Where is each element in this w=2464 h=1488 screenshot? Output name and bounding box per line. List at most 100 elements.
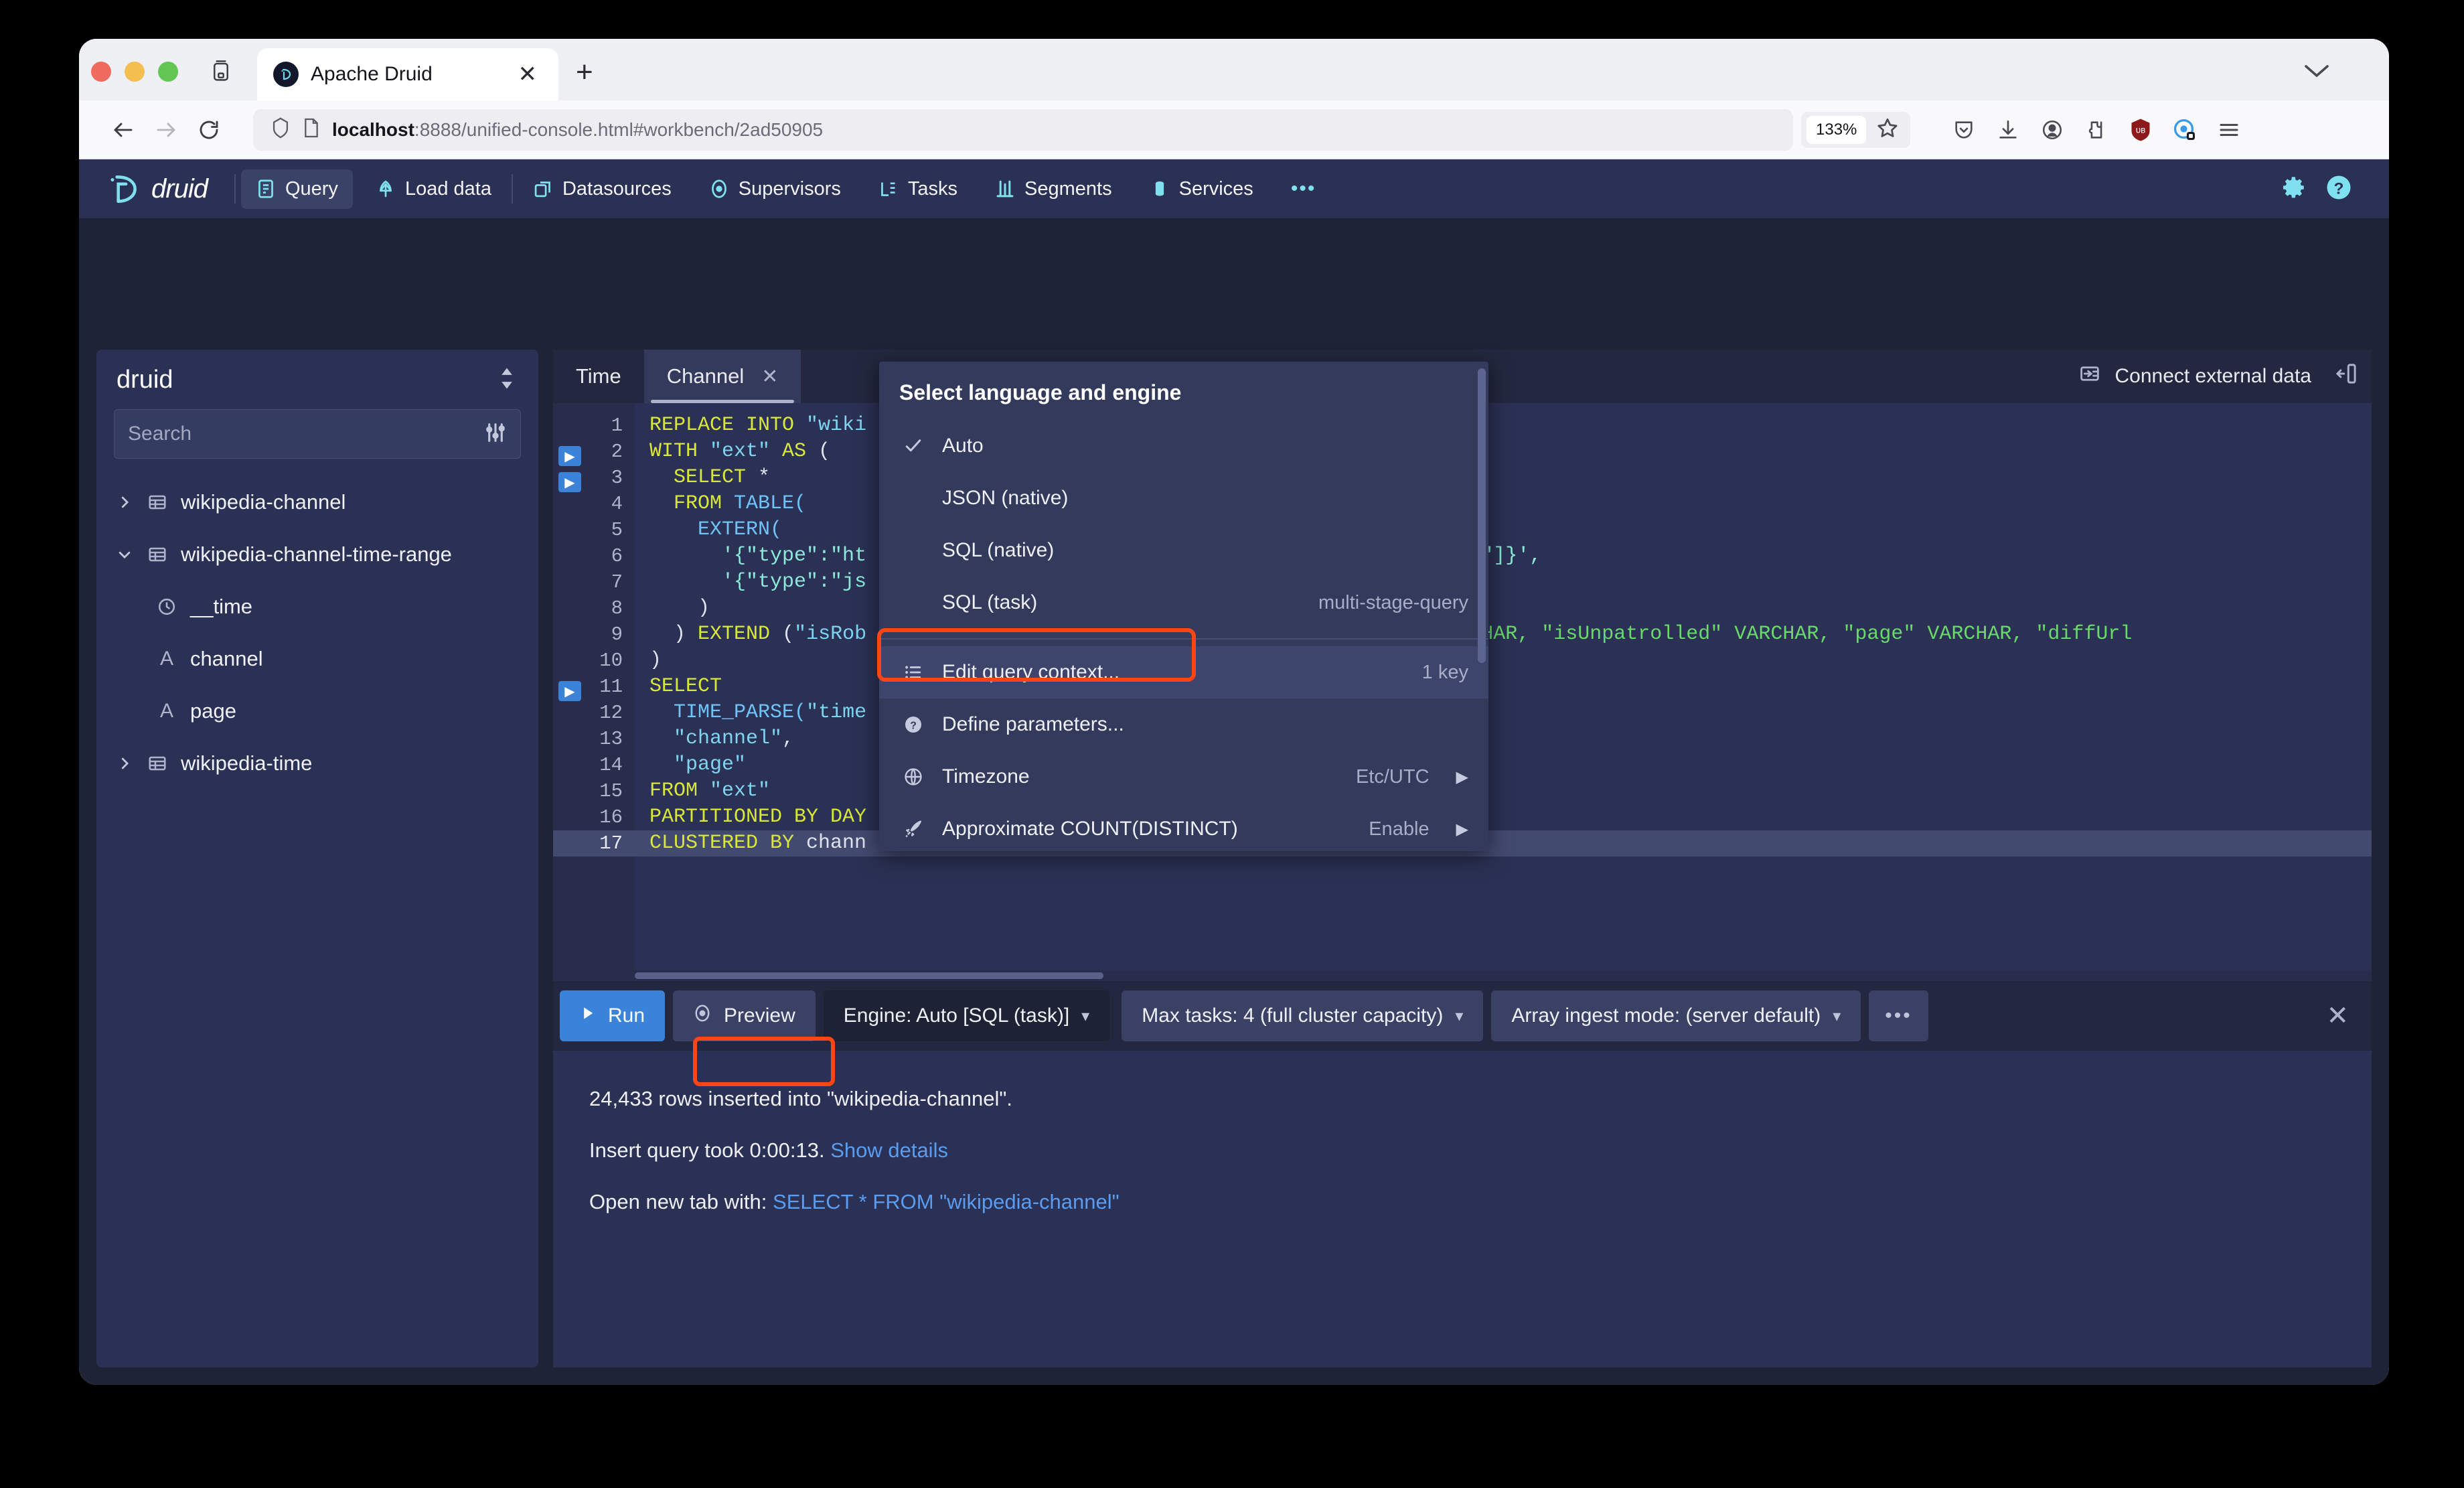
forward-arrow-icon[interactable] xyxy=(145,108,187,151)
reload-icon[interactable] xyxy=(187,108,230,151)
tree-item-wikipedia-channel-time-range[interactable]: wikipedia-channel-time-range xyxy=(96,528,538,581)
editor-gutter: ▶ ▶ ▶ 1 2 3 4 5 6 7 8 9 10 11 12 xyxy=(553,403,635,981)
clock-icon xyxy=(154,597,179,617)
chevron-down-icon: ▾ xyxy=(1081,1007,1089,1026)
menu-item-json-native[interactable]: JSON (native) xyxy=(879,472,1488,524)
line-number: 8 xyxy=(553,595,635,621)
tree-item-label: page xyxy=(190,699,236,723)
nav-item-segments[interactable]: Segments xyxy=(980,169,1127,209)
browser-toolbar-icons: ᴜʙ xyxy=(1944,110,2249,150)
supervisors-icon xyxy=(709,179,729,199)
nav-item-tasks[interactable]: Tasks xyxy=(864,169,972,209)
line-number: 16 xyxy=(553,804,635,830)
shield-icon[interactable] xyxy=(271,117,291,143)
back-arrow-icon[interactable] xyxy=(102,108,145,151)
sort-updown-icon[interactable] xyxy=(495,366,518,394)
chevron-right-icon: ▶ xyxy=(1456,767,1468,787)
tree-column-channel[interactable]: A channel xyxy=(96,633,538,685)
run-marker[interactable]: ▶ xyxy=(558,446,581,466)
open-new-tab-prefix: Open new tab with: xyxy=(589,1190,767,1213)
tree-item-wikipedia-channel[interactable]: wikipedia-channel xyxy=(96,476,538,528)
star-icon[interactable] xyxy=(1875,116,1900,143)
string-type-icon: A xyxy=(154,648,179,670)
menu-item-sql-task[interactable]: SQL (task) multi-stage-query xyxy=(879,577,1488,629)
more-dots-icon: ••• xyxy=(1885,1005,1912,1027)
druid-logo[interactable]: druid xyxy=(106,171,233,207)
maximize-window-button[interactable] xyxy=(158,62,178,82)
more-options-button[interactable]: ••• xyxy=(1869,990,1928,1041)
connect-external-data-button[interactable]: Connect external data xyxy=(2078,362,2311,390)
editor-horizontal-scrollbar[interactable] xyxy=(635,970,2372,981)
sidebar-search[interactable] xyxy=(114,409,521,459)
preview-label: Preview xyxy=(724,1005,795,1027)
query-run-toolbar: Run Preview Engine: Auto [SQL (task)] ▾ … xyxy=(553,981,2372,1051)
help-icon[interactable]: ? xyxy=(2325,173,2353,205)
nav-more-button[interactable]: ••• xyxy=(1276,169,1331,209)
nav-item-query[interactable]: Query xyxy=(241,169,353,209)
tab-overflow-button[interactable] xyxy=(2302,62,2389,100)
run-button[interactable]: Run xyxy=(560,990,665,1041)
tree-item-label: __time xyxy=(190,595,252,619)
datasource-sidebar: druid xyxy=(96,350,538,1367)
menu-item-edit-query-context[interactable]: Edit query context... 1 key xyxy=(879,646,1488,698)
tree-column-time[interactable]: __time xyxy=(96,581,538,633)
menu-item-auto[interactable]: Auto xyxy=(879,420,1488,472)
duration-text: Insert query took 0:00:13. xyxy=(589,1138,825,1162)
tab-channel[interactable]: Channel ✕ xyxy=(644,350,801,403)
line-number: 12 xyxy=(553,700,635,726)
chevron-right-icon[interactable] xyxy=(115,756,134,771)
close-window-button[interactable] xyxy=(91,62,111,82)
chevron-right-icon[interactable] xyxy=(115,495,134,510)
browser-tab-apache-druid[interactable]: Apache Druid ✕ xyxy=(257,48,558,100)
extensions-icon[interactable] xyxy=(2076,110,2116,150)
ublock-origin-icon[interactable]: ᴜʙ xyxy=(2121,110,2161,150)
max-tasks-select-button[interactable]: Max tasks: 4 (full cluster capacity) ▾ xyxy=(1122,990,1483,1041)
page-icon[interactable] xyxy=(303,117,320,142)
run-marker[interactable]: ▶ xyxy=(558,472,581,492)
privacy-badger-icon[interactable] xyxy=(2165,110,2205,150)
window-controls xyxy=(79,62,178,100)
chevron-down-icon: ▾ xyxy=(1833,1007,1841,1026)
download-icon[interactable] xyxy=(1988,110,2028,150)
nav-item-datasources[interactable]: Datasources xyxy=(518,169,686,209)
search-input[interactable] xyxy=(128,423,484,445)
menu-item-define-parameters[interactable]: ? Define parameters... xyxy=(879,698,1488,751)
nav-item-supervisors[interactable]: Supervisors xyxy=(694,169,856,209)
menu-item-timezone[interactable]: Timezone Etc/UTC ▶ xyxy=(879,751,1488,803)
run-marker[interactable]: ▶ xyxy=(558,681,581,701)
pocket-icon[interactable] xyxy=(1944,110,1984,150)
nav-item-load-data[interactable]: Load data xyxy=(361,169,506,209)
play-icon xyxy=(580,1005,596,1027)
array-ingest-mode-select-button[interactable]: Array ingest mode: (server default) ▾ xyxy=(1491,990,1861,1041)
rows-inserted-message: 24,433 rows inserted into "wikipedia-cha… xyxy=(589,1088,2372,1109)
new-tab-button[interactable]: + xyxy=(576,58,593,87)
scrollbar-thumb[interactable] xyxy=(635,972,1103,979)
close-results-button[interactable]: ✕ xyxy=(2326,1000,2349,1031)
hamburger-menu-icon[interactable] xyxy=(2209,110,2249,150)
engine-select-button[interactable]: Engine: Auto [SQL (task)] ▾ xyxy=(824,990,1109,1041)
query-icon xyxy=(256,179,276,199)
address-bar[interactable]: localhost:8888/unified-console.html#work… xyxy=(253,109,1793,151)
collapse-panel-icon[interactable] xyxy=(2334,362,2358,391)
tab-list-icon[interactable] xyxy=(208,56,234,86)
chevron-down-icon[interactable] xyxy=(115,547,134,562)
close-tab-icon[interactable]: ✕ xyxy=(761,365,778,388)
minimize-window-button[interactable] xyxy=(125,62,145,82)
menu-item-sql-native[interactable]: SQL (native) xyxy=(879,524,1488,577)
close-tab-button[interactable]: ✕ xyxy=(513,60,543,88)
more-dots-icon: ••• xyxy=(1291,177,1316,200)
menu-scrollbar[interactable] xyxy=(1478,368,1486,663)
account-icon[interactable] xyxy=(2032,110,2072,150)
preview-button[interactable]: Preview xyxy=(673,990,816,1041)
filter-sliders-icon[interactable] xyxy=(484,421,507,447)
open-new-tab-link[interactable]: SELECT * FROM "wikipedia-channel" xyxy=(773,1190,1120,1213)
tree-column-page[interactable]: A page xyxy=(96,685,538,737)
gear-icon[interactable] xyxy=(2279,173,2307,205)
nav-item-services[interactable]: Services xyxy=(1135,169,1268,209)
show-details-link[interactable]: Show details xyxy=(830,1138,948,1162)
tab-time[interactable]: Time xyxy=(553,350,644,403)
chevron-right-icon: ▶ xyxy=(1456,820,1468,839)
tree-item-wikipedia-time[interactable]: wikipedia-time xyxy=(96,737,538,790)
menu-item-approximate-count-distinct[interactable]: Approximate COUNT(DISTINCT) Enable ▶ xyxy=(879,803,1488,848)
zoom-level-badge[interactable]: 133% xyxy=(1806,116,1866,144)
